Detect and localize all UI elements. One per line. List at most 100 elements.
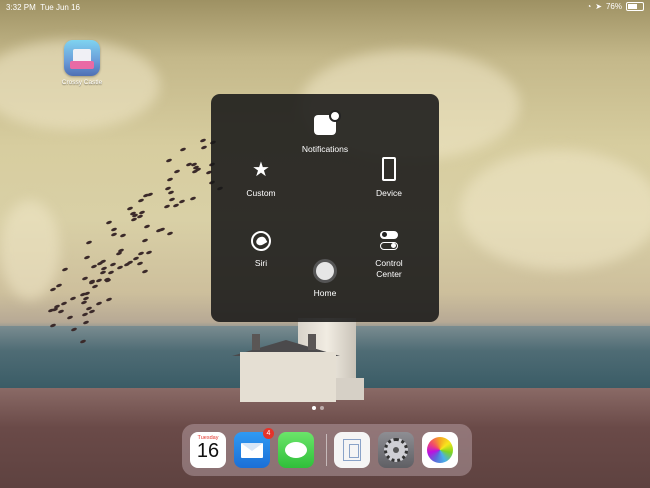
split-view-icon — [343, 439, 361, 461]
bird — [105, 219, 113, 225]
app-label: Crossy Castle — [61, 79, 103, 86]
bird — [81, 299, 88, 305]
bird — [130, 217, 138, 223]
bird — [138, 209, 145, 215]
battery-percent: 76% — [605, 2, 622, 11]
bird — [168, 197, 176, 203]
bird — [166, 231, 174, 236]
gear-icon — [384, 438, 408, 462]
bird — [200, 145, 207, 151]
bird — [99, 259, 107, 264]
bird — [82, 319, 90, 325]
bird — [110, 232, 118, 238]
bird — [189, 195, 197, 201]
bird — [90, 264, 97, 269]
status-date: Tue Jun 16 — [40, 3, 80, 12]
status-indicators: ◔ ➤ 76% — [586, 2, 644, 11]
dock: Tuesday 16 4 — [182, 424, 472, 476]
bird — [141, 238, 148, 243]
bird — [142, 268, 149, 274]
bird — [81, 276, 89, 282]
photos-flower-icon — [427, 437, 453, 463]
bird — [138, 198, 145, 203]
bird — [143, 223, 151, 229]
menu-item-home[interactable]: Home — [287, 260, 363, 298]
bird — [110, 226, 118, 232]
envelope-icon — [241, 442, 263, 458]
bird — [164, 203, 171, 209]
home-button-icon — [316, 262, 334, 280]
bird — [95, 300, 103, 306]
status-time: 3:32 PM — [6, 3, 36, 12]
menu-item-label: Control Center — [375, 258, 403, 279]
bird — [83, 290, 91, 296]
status-bar: 3:32 PM Tue Jun 16 ◔ ➤ 76% — [0, 0, 650, 14]
bird — [165, 158, 173, 164]
photos-app-icon[interactable] — [422, 432, 458, 468]
ipad-icon — [382, 157, 396, 181]
bird — [132, 256, 140, 262]
bird — [145, 249, 153, 255]
bird — [99, 270, 106, 275]
messages-app-icon[interactable] — [278, 432, 314, 468]
bird — [57, 308, 64, 314]
castle-graphic — [70, 49, 94, 69]
assistive-touch-menu: Notifications ★ Custom Device Siri Contr… — [211, 94, 439, 322]
bird — [137, 251, 145, 257]
page-dot — [312, 406, 316, 410]
menu-item-device[interactable]: Device — [351, 156, 427, 198]
control-center-icon — [380, 230, 398, 250]
page-dot — [320, 406, 324, 410]
bird — [167, 190, 175, 196]
bird — [199, 137, 206, 143]
bird — [116, 264, 124, 270]
menu-item-notifications[interactable]: Notifications — [287, 110, 363, 154]
bird — [119, 232, 127, 238]
bird — [70, 296, 77, 302]
bird — [107, 270, 115, 276]
chimney — [252, 334, 260, 350]
crossy-castle-app-icon[interactable] — [64, 40, 100, 76]
page-indicator[interactable] — [312, 406, 324, 410]
bird — [95, 277, 103, 283]
location-icon: ➤ — [595, 2, 602, 11]
settings-app-icon[interactable] — [378, 432, 414, 468]
menu-item-label: Notifications — [301, 144, 349, 154]
bird — [55, 283, 63, 289]
bird — [85, 239, 93, 245]
bird — [66, 314, 73, 320]
chimney — [308, 334, 316, 350]
bird — [126, 205, 134, 211]
siri-icon — [251, 231, 271, 251]
split-view-app-icon[interactable] — [334, 432, 370, 468]
menu-item-label: Custom — [246, 188, 276, 198]
bird — [136, 261, 144, 267]
menu-item-label: Device — [376, 188, 402, 198]
calendar-date: 16 — [196, 440, 220, 462]
mail-app-icon[interactable]: 4 — [234, 428, 274, 468]
bird — [105, 297, 113, 303]
bird — [166, 176, 173, 182]
notifications-icon — [314, 110, 341, 135]
bird — [158, 226, 166, 232]
menu-item-custom[interactable]: ★ Custom — [223, 158, 299, 198]
cloud — [460, 150, 650, 270]
app-crossy-castle[interactable]: Crossy Castle — [56, 40, 108, 86]
calendar-app-icon[interactable]: Tuesday 16 — [190, 432, 226, 468]
bird — [173, 169, 181, 175]
bird — [91, 284, 99, 290]
star-icon: ★ — [252, 159, 270, 181]
bird — [88, 309, 96, 315]
bird — [179, 147, 187, 152]
bird — [61, 267, 69, 273]
bird — [142, 192, 150, 198]
house — [240, 352, 336, 402]
wifi-icon: ◔ — [586, 2, 592, 11]
status-time-date: 3:32 PM Tue Jun 16 — [6, 3, 80, 12]
bird — [47, 308, 55, 314]
bird — [178, 199, 186, 204]
menu-item-label: Home — [313, 288, 337, 298]
notification-badge: 4 — [263, 428, 274, 439]
bird — [49, 286, 57, 292]
bird — [110, 261, 117, 267]
